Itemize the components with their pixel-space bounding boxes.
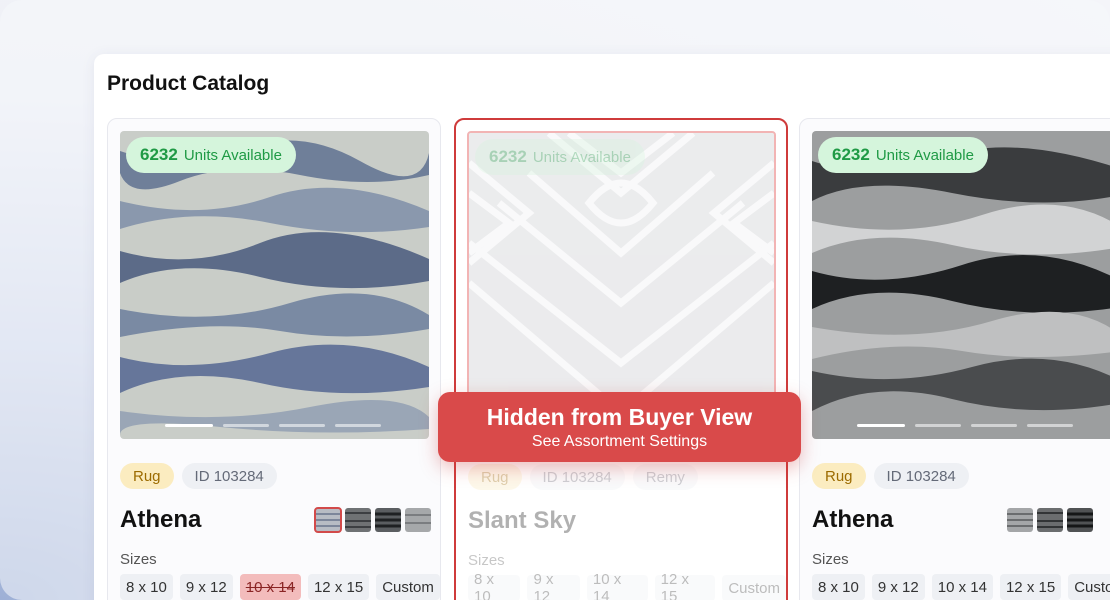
sizes-label: Sizes <box>468 552 505 569</box>
product-name[interactable]: Athena <box>120 506 201 534</box>
carousel-dot[interactable] <box>915 424 961 427</box>
carousel-dot[interactable] <box>279 424 325 427</box>
stock-badge: 6232 Units Available <box>126 137 296 173</box>
sizes-label: Sizes <box>812 551 849 568</box>
stock-count: 6232 <box>832 145 870 164</box>
stock-count: 6232 <box>140 145 178 164</box>
type-tag: Rug <box>468 464 522 490</box>
hidden-banner-title: Hidden from Buyer View <box>486 403 753 430</box>
assortment-settings-link[interactable]: See Assortment Settings <box>438 433 801 451</box>
page-title: Product Catalog <box>107 72 270 95</box>
size-option[interactable]: Custom <box>1068 574 1110 600</box>
size-option[interactable]: 10 x 14 <box>931 574 993 600</box>
size-option[interactable]: 9 x 12 <box>179 574 233 600</box>
sizes-label: Sizes <box>120 551 157 568</box>
id-tag: ID 103284 <box>873 463 969 489</box>
stock-label: Units Available <box>532 148 631 166</box>
id-tag: ID 103284 <box>181 463 277 489</box>
product-card-slant-sky[interactable]: 6232 Units Available Rug ID 103284 Remy … <box>454 118 788 600</box>
size-option-unavailable[interactable]: 10 x 14 <box>239 574 301 600</box>
size-option[interactable]: 12 x 15 <box>654 571 716 600</box>
color-swatches <box>314 507 431 533</box>
size-option[interactable]: 12 x 15 <box>307 574 370 600</box>
size-options: 8 x 10 9 x 12 10 x 14 12 x 15 Custom <box>120 574 440 600</box>
size-option[interactable]: 12 x 15 <box>999 574 1062 600</box>
size-option[interactable]: Custom <box>376 574 440 600</box>
stock-label: Units Available <box>183 146 282 164</box>
swatch[interactable] <box>405 508 431 532</box>
size-option[interactable]: 9 x 12 <box>871 574 925 600</box>
product-card-athena[interactable]: 6232 Units Available Rug ID 103284 Athen… <box>107 118 441 600</box>
swatch[interactable] <box>345 508 371 532</box>
product-name[interactable]: Athena <box>812 506 893 534</box>
product-name[interactable]: Slant Sky <box>468 507 576 535</box>
size-options: 8 x 10 9 x 12 10 x 14 12 x 15 Custom <box>468 571 786 600</box>
product-image[interactable]: 6232 Units Available <box>120 131 429 439</box>
color-swatches <box>1007 508 1093 532</box>
size-option[interactable]: 8 x 10 <box>812 574 865 600</box>
stock-count: 6232 <box>489 147 527 166</box>
swatch[interactable] <box>1067 508 1093 532</box>
carousel-dot[interactable] <box>165 424 213 427</box>
product-image[interactable]: 6232 Units Available <box>812 131 1110 439</box>
product-card-athena-dark[interactable]: 6232 Units Available Rug ID 103284 Athen… <box>799 118 1110 600</box>
stock-badge: 6232 Units Available <box>475 139 645 175</box>
image-carousel-dots[interactable] <box>857 424 1073 427</box>
type-tag: Rug <box>120 463 174 489</box>
carousel-dot[interactable] <box>335 424 381 427</box>
product-tags: Rug ID 103284 <box>120 463 277 489</box>
size-options: 8 x 10 9 x 12 10 x 14 12 x 15 Custom <box>812 574 1110 600</box>
id-tag: ID 103284 <box>529 464 625 490</box>
carousel-dot[interactable] <box>1027 424 1073 427</box>
swatch[interactable] <box>1037 508 1063 532</box>
product-tags: Rug ID 103284 <box>812 463 969 489</box>
hidden-from-buyer-banner[interactable]: Hidden from Buyer View See Assortment Se… <box>438 392 801 462</box>
size-option[interactable]: 8 x 10 <box>468 571 521 600</box>
swatch[interactable] <box>375 508 401 532</box>
size-option[interactable]: Custom <box>722 575 786 600</box>
carousel-dot[interactable] <box>223 424 269 427</box>
size-option[interactable]: 8 x 10 <box>120 574 173 600</box>
swatch[interactable] <box>1007 508 1033 532</box>
stock-badge: 6232 Units Available <box>818 137 988 173</box>
collection-tag: Remy <box>632 464 698 490</box>
size-option[interactable]: 10 x 14 <box>586 571 648 600</box>
carousel-dot[interactable] <box>857 424 905 427</box>
stock-label: Units Available <box>875 146 974 164</box>
swatch[interactable] <box>314 507 342 533</box>
size-option[interactable]: 9 x 12 <box>527 571 580 600</box>
carousel-dot[interactable] <box>971 424 1017 427</box>
image-carousel-dots[interactable] <box>165 424 381 427</box>
product-tags: Rug ID 103284 Remy <box>468 464 698 490</box>
type-tag: Rug <box>812 463 866 489</box>
